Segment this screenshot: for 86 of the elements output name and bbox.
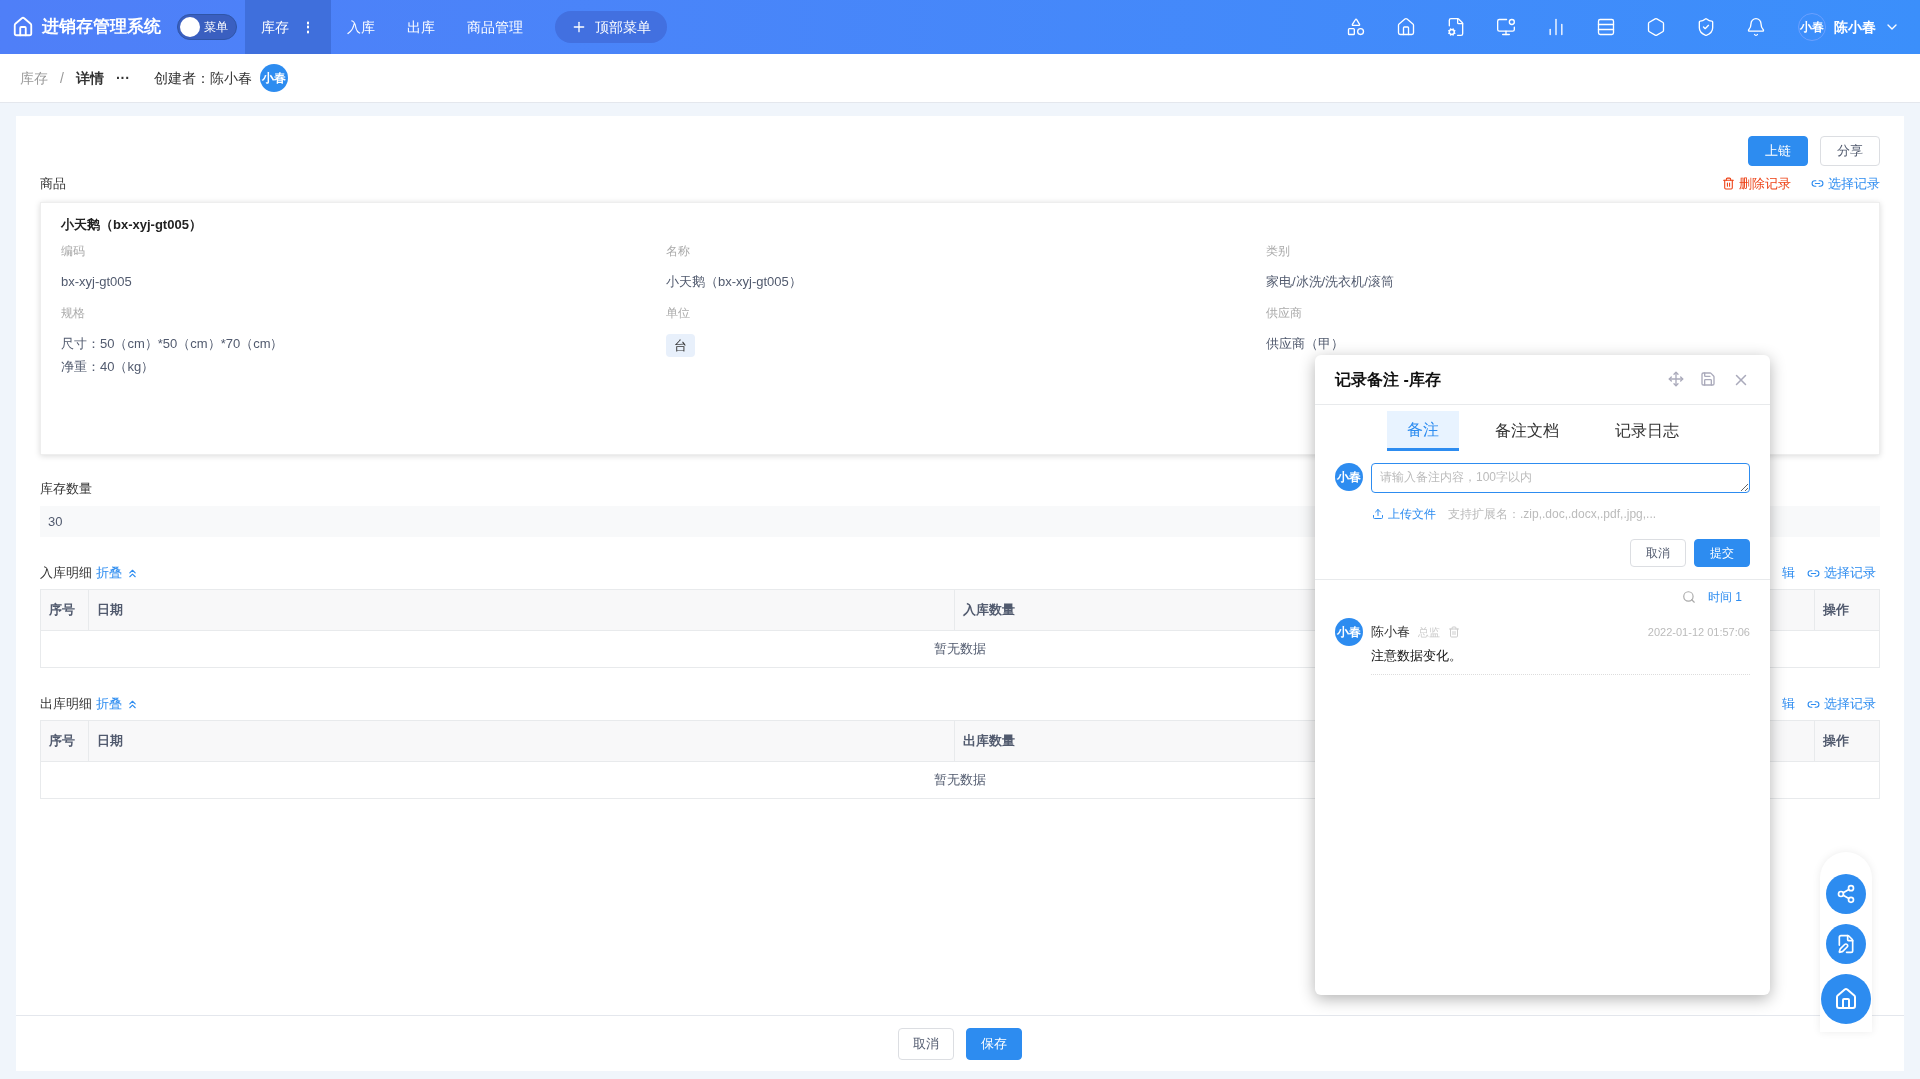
home-button[interactable] bbox=[1821, 974, 1871, 1024]
note-input[interactable]: 请输入备注内容，100字以内 bbox=[1371, 463, 1750, 493]
nav-tab[interactable]: 入库 bbox=[331, 0, 391, 54]
app-title: 进销存管理系统 bbox=[42, 16, 161, 39]
home-icon[interactable] bbox=[1834, 987, 1858, 1011]
edit-link[interactable]: 辑 bbox=[1782, 563, 1795, 583]
empty-text: 暂无数据 bbox=[934, 771, 986, 790]
field-value: 家电/冰洗/洗衣机/滚筒 bbox=[1266, 273, 1395, 291]
submit-button[interactable]: 提交 bbox=[1694, 539, 1750, 567]
shapes-icon[interactable] bbox=[1346, 17, 1366, 37]
empty-text: 暂无数据 bbox=[934, 640, 986, 659]
field-label: 编码 bbox=[61, 243, 86, 260]
cancel-button[interactable]: 取消 bbox=[1630, 539, 1686, 567]
product-title: 小天鹅（bx-xyj-gt005） bbox=[61, 215, 203, 234]
field-label: 类别 bbox=[1266, 243, 1291, 260]
field-label: 供应商 bbox=[1266, 304, 1303, 322]
logo-icon bbox=[12, 16, 34, 38]
field-value: 小天鹅（bx-xyj-gt005） bbox=[666, 273, 803, 291]
move-icon[interactable] bbox=[1668, 370, 1684, 387]
share-nodes-button[interactable] bbox=[1826, 874, 1866, 914]
nav-tab[interactable]: 商品管理 bbox=[451, 0, 539, 54]
share-button[interactable]: 分享 bbox=[1820, 136, 1880, 166]
upload-icon[interactable] bbox=[1372, 508, 1384, 520]
collapse-link[interactable]: 折叠 bbox=[96, 563, 139, 583]
share-nodes-icon[interactable] bbox=[1836, 884, 1856, 904]
edit-document-button[interactable] bbox=[1826, 924, 1866, 964]
user-avatar: 小春 bbox=[1335, 463, 1363, 491]
shield-icon[interactable] bbox=[1696, 17, 1716, 37]
column-header: 序号 bbox=[41, 590, 89, 630]
plus-icon[interactable] bbox=[571, 19, 587, 35]
rows-icon[interactable] bbox=[1596, 17, 1616, 37]
comment-text: 注意数据变化。 bbox=[1371, 647, 1463, 665]
column-header: 操作 bbox=[1822, 601, 1850, 620]
select-record-link[interactable]: 选择记录 bbox=[1807, 694, 1876, 714]
nav-tab[interactable]: 库存 ⋮ bbox=[245, 0, 331, 54]
column-header: 日期 bbox=[89, 590, 955, 630]
collapse-link[interactable]: 折叠 bbox=[96, 694, 139, 714]
edit-document-icon[interactable] bbox=[1836, 934, 1856, 954]
section-title: 入库明细 bbox=[40, 564, 92, 583]
user-name[interactable]: 陈小春 bbox=[1834, 16, 1876, 38]
user-avatar: 小春 bbox=[1335, 618, 1363, 646]
field-label: 名称 bbox=[666, 243, 691, 260]
field-label: 单位 bbox=[666, 304, 691, 322]
dialog-tab[interactable]: 记录日志 bbox=[1594, 411, 1699, 451]
edit-link[interactable]: 辑 bbox=[1782, 694, 1795, 714]
field-value: 尺寸：50（cm）*50（cm）*70（cm） bbox=[61, 334, 285, 353]
dialog-tab[interactable]: 备注文档 bbox=[1474, 411, 1579, 451]
column-header: 操作 bbox=[1822, 732, 1850, 751]
unit-tag: 台 bbox=[666, 333, 695, 357]
menu-toggle[interactable]: 菜单 bbox=[177, 14, 237, 40]
dialog-title: 记录备注 -库存 bbox=[1335, 369, 1441, 390]
user-avatar: 小春 bbox=[259, 64, 288, 92]
hexagon-icon[interactable] bbox=[1646, 17, 1666, 37]
field-value: 供应商（甲） bbox=[1266, 334, 1345, 353]
save-icon[interactable] bbox=[1700, 370, 1716, 387]
select-record-link[interactable]: 选择记录 bbox=[1807, 563, 1876, 583]
column-header: 日期 bbox=[89, 721, 955, 761]
section-title: 商品 bbox=[40, 175, 66, 193]
nav-tab[interactable]: 出库 bbox=[391, 0, 451, 54]
column-header: 序号 bbox=[41, 721, 89, 761]
cancel-button[interactable]: 取消 bbox=[898, 1027, 954, 1060]
section-title: 库存数量 bbox=[40, 479, 92, 498]
breadcrumb-current: 详情 bbox=[75, 68, 104, 88]
section-title: 出库明细 bbox=[40, 695, 92, 714]
breadcrumb-link[interactable]: 库存 bbox=[20, 67, 48, 89]
delete-record-link[interactable]: 删除记录 bbox=[1722, 174, 1791, 194]
home-icon[interactable] bbox=[1396, 17, 1416, 37]
search-icon[interactable] bbox=[1682, 590, 1696, 604]
upload-hint: 支持扩展名：.zip,.doc,.docx,.pdf,.jpg,... bbox=[1448, 506, 1657, 523]
document-gear-icon[interactable] bbox=[1446, 17, 1466, 37]
upload-link[interactable]: 上传文件 bbox=[1372, 505, 1436, 523]
more-button[interactable]: ··· bbox=[115, 67, 130, 89]
trash-icon[interactable] bbox=[1722, 177, 1735, 191]
monitor-icon[interactable] bbox=[1496, 17, 1516, 37]
field-label: 规格 bbox=[61, 304, 86, 322]
save-button[interactable]: 保存 bbox=[966, 1027, 1022, 1060]
chain-button[interactable]: 上链 bbox=[1748, 136, 1808, 166]
breadcrumb-separator: / bbox=[60, 68, 64, 88]
select-record-link[interactable]: 选择记录 bbox=[1811, 174, 1880, 194]
top-menu-button[interactable]: 顶部菜单 bbox=[555, 11, 667, 43]
sort-link[interactable]: 时间 1 bbox=[1708, 588, 1742, 606]
creator-text: 创建者：陈小春 bbox=[153, 68, 252, 88]
bell-icon[interactable] bbox=[1746, 17, 1766, 37]
dialog-tab[interactable]: 备注 bbox=[1386, 411, 1459, 451]
field-value: bx-xyj-gt005 bbox=[61, 273, 133, 291]
field-value: 净重：40（kg） bbox=[61, 358, 156, 376]
